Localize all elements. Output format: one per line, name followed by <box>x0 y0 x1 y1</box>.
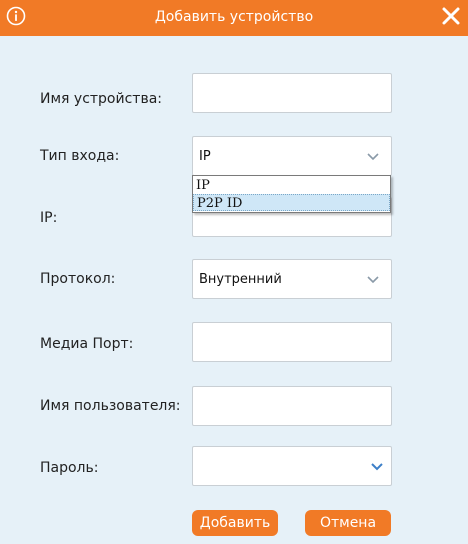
close-icon[interactable] <box>440 5 462 27</box>
password-input[interactable] <box>192 446 392 486</box>
cancel-button[interactable]: Отмена <box>305 510 391 536</box>
username-label: Имя пользователя: <box>40 398 181 414</box>
protocol-select[interactable]: Внутренний <box>192 259 392 299</box>
login-type-dropdown: IP P2P ID <box>192 175 391 213</box>
dialog-title: Добавить устройство <box>154 9 314 25</box>
login-type-select[interactable]: IP <box>192 136 392 176</box>
add-device-dialog: Добавить устройство Имя устройства: Тип … <box>0 0 468 544</box>
protocol-label: Протокол: <box>40 271 116 287</box>
dialog-titlebar: Добавить устройство <box>0 0 468 36</box>
chevron-down-icon <box>367 276 379 284</box>
login-type-selected: IP <box>199 149 211 164</box>
device-name-label: Имя устройства: <box>40 91 162 107</box>
media-port-label: Медиа Порт: <box>40 336 134 352</box>
password-label: Пароль: <box>40 460 99 476</box>
login-type-label: Тип входа: <box>40 148 120 164</box>
chevron-down-icon <box>367 153 379 161</box>
ip-label: IP: <box>40 210 58 226</box>
protocol-selected: Внутренний <box>199 272 282 287</box>
dropdown-option-ip[interactable]: IP <box>193 177 390 194</box>
username-input[interactable] <box>192 386 392 426</box>
device-name-input[interactable] <box>192 73 392 113</box>
add-button[interactable]: Добавить <box>192 510 278 536</box>
dropdown-option-p2p-id[interactable]: P2P ID <box>193 194 390 211</box>
chevron-down-icon[interactable] <box>371 461 383 473</box>
media-port-input[interactable] <box>192 322 392 362</box>
